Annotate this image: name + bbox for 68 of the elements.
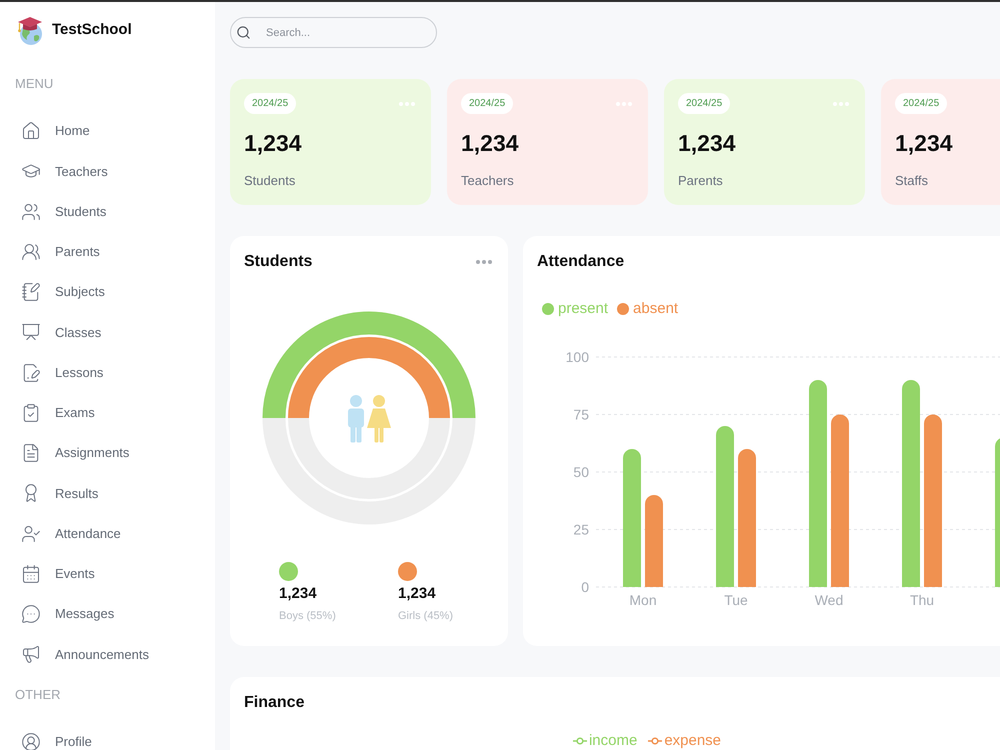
y-axis-label: 25 [573, 522, 589, 538]
house-icon [21, 121, 41, 142]
sidebar-item[interactable]: Home [15, 111, 200, 152]
sidebar-item[interactable]: Results [15, 473, 200, 514]
sidebar-item[interactable]: Attendance [15, 514, 200, 554]
legend-label: absent [633, 300, 678, 318]
year-badge: 2024/25 [678, 93, 730, 114]
notebook-pen-icon [21, 282, 41, 302]
document-pen-icon [21, 362, 41, 383]
x-axis-label: Thu [910, 592, 934, 608]
megaphone-icon [21, 644, 41, 664]
section-title: MENU [15, 76, 54, 92]
card-title: Finance [244, 693, 304, 713]
y-axis-label: 75 [573, 406, 589, 422]
legend-label: present [558, 300, 608, 318]
boy-figure-icon [348, 395, 364, 442]
document-icon [21, 443, 41, 464]
x-axis-label: Wed [814, 592, 844, 608]
sidebar-item[interactable]: Announcements [15, 634, 200, 674]
stat-label: Staffs [895, 173, 928, 189]
section-title: OTHER [15, 686, 60, 702]
brand-name: TestSchool [52, 20, 132, 40]
search-icon [236, 25, 251, 40]
more-icon[interactable] [476, 260, 492, 264]
users-icon [21, 202, 41, 222]
year-badge: 2024/25 [244, 93, 296, 114]
stat-value: 1,234 [895, 129, 953, 157]
calendar-icon [21, 564, 41, 584]
group-count: 1,234 [398, 585, 436, 603]
stat-label: Students [244, 173, 296, 189]
sidebar-item[interactable]: Events [15, 554, 200, 594]
x-axis-label: Mon [629, 592, 657, 608]
sidebar-item[interactable]: Subjects [15, 272, 200, 312]
y-axis-label: 50 [573, 464, 589, 480]
sidebar-item[interactable]: Teachers [15, 151, 200, 192]
sidebar-item[interactable]: Assignments [15, 433, 200, 474]
globe-logo-icon [15, 15, 45, 45]
group-label: Boys (55%) [279, 609, 336, 623]
chat-bubble-icon [21, 604, 41, 624]
stat-value: 1,234 [461, 129, 519, 157]
legend-label: income [588, 732, 638, 750]
clipboard-check-icon [21, 402, 41, 423]
sidebar-item[interactable]: Lessons [15, 352, 200, 393]
presentation-board-icon [21, 322, 41, 342]
stat-label: Parents [678, 173, 723, 189]
sidebar-item[interactable]: Profile [15, 722, 200, 750]
year-badge: 2024/25 [895, 93, 948, 114]
sidebar-item[interactable]: Exams [15, 392, 200, 433]
stat-value: 1,234 [244, 129, 302, 157]
group-label: Girls (45%) [398, 609, 454, 623]
year-badge: 2024/25 [461, 93, 514, 114]
y-axis-label: 0 [581, 579, 589, 595]
y-axis-label: 100 [566, 349, 589, 365]
stat-value: 1,234 [678, 129, 736, 157]
sidebar-item[interactable]: Classes [15, 312, 200, 352]
card-title: Attendance [536, 252, 626, 272]
x-axis-label: Tue [724, 592, 748, 608]
girl-figure-icon [367, 395, 391, 442]
group-count: 1,234 [279, 585, 317, 603]
card-title: Students [244, 252, 312, 272]
legend-label: expense [664, 732, 722, 750]
people-icon [21, 242, 41, 262]
stat-label: Teachers [461, 173, 514, 189]
search-field[interactable]: Search... [230, 17, 437, 48]
user-check-icon [21, 524, 41, 544]
sidebar-item[interactable]: Parents [15, 232, 200, 272]
sidebar-item[interactable]: Students [15, 192, 200, 232]
sidebar-item[interactable]: Messages [15, 594, 200, 634]
